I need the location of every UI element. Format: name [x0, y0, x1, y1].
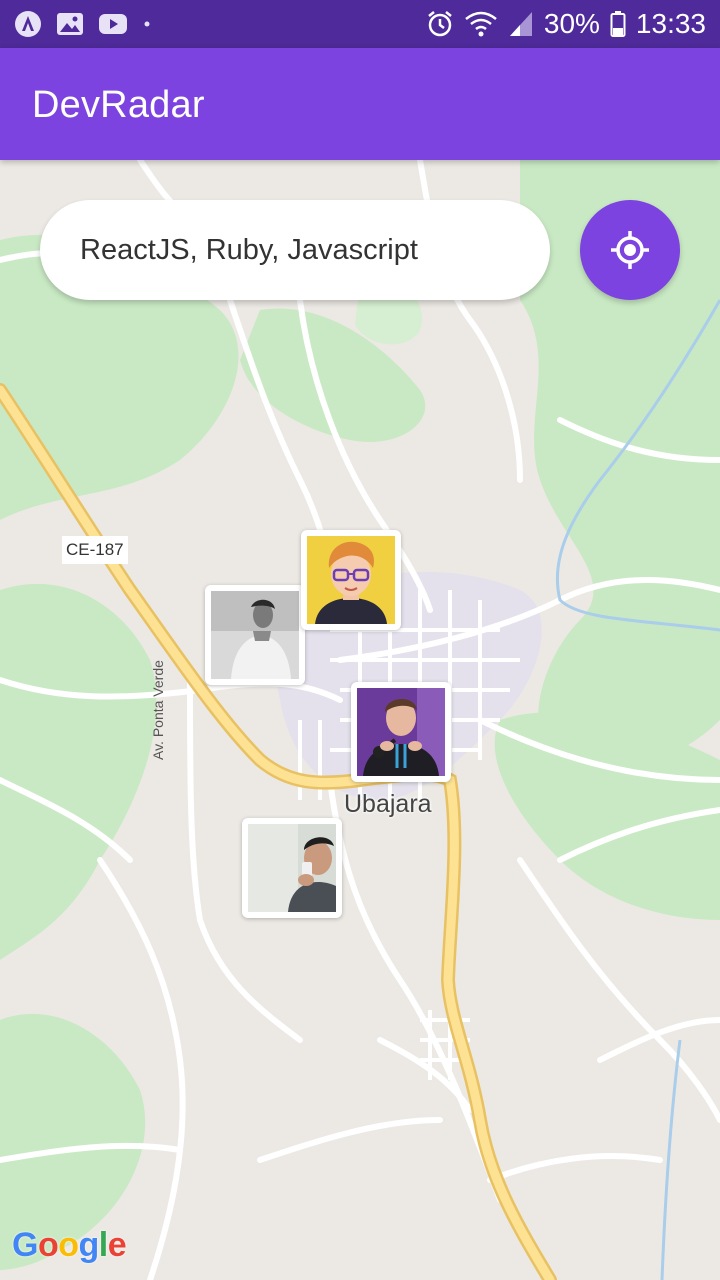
battery-icon: [610, 10, 626, 38]
dev-photo-microphone: [357, 688, 445, 776]
wifi-icon: [464, 10, 498, 38]
app-bar: DevRadar: [0, 48, 720, 160]
status-left: [14, 10, 152, 38]
app-title: DevRadar: [32, 84, 205, 126]
dot-icon: [142, 19, 152, 29]
dev-marker-2[interactable]: [205, 585, 305, 685]
dev-photo-bw: [211, 591, 299, 679]
dev-photo-selfie: [248, 824, 336, 912]
google-logo-letter: G: [12, 1226, 38, 1264]
google-logo-letter: o: [58, 1226, 79, 1264]
dev-avatar-cartoon: [307, 536, 395, 624]
dev-marker-3[interactable]: [351, 682, 451, 782]
map-street-label: Av. Ponta Verde: [150, 660, 166, 760]
google-logo-letter: l: [98, 1226, 108, 1264]
google-logo: Google: [12, 1226, 127, 1265]
signal-icon: [508, 10, 534, 38]
map-road-label: CE-187: [62, 536, 128, 564]
locate-button[interactable]: [580, 200, 680, 300]
app-icon: [14, 10, 42, 38]
dev-marker-4[interactable]: [242, 818, 342, 918]
tech-search-input[interactable]: [40, 200, 550, 300]
google-logo-letter: g: [78, 1226, 100, 1264]
image-icon: [56, 12, 84, 36]
dev-marker-1[interactable]: [301, 530, 401, 630]
map-view[interactable]: CE-187 Av. Ponta Verde Ubajara ReactJS, …: [0, 160, 720, 1280]
map-city-label: Ubajara: [344, 790, 432, 818]
google-logo-letter: o: [37, 1226, 59, 1264]
status-clock: 13:33: [635, 8, 706, 39]
status-right: 30% 13:33: [426, 8, 706, 40]
app-screen: 30% 13:33 DevRadar CE-187 Av. Ponta Verd…: [0, 0, 720, 1280]
alarm-icon: [426, 10, 454, 38]
battery-percentage: 30%: [543, 8, 600, 39]
youtube-icon: [98, 13, 128, 35]
status-bar: 30% 13:33: [0, 0, 720, 48]
google-logo-letter: e: [107, 1226, 127, 1264]
my-location-icon: [611, 231, 649, 269]
